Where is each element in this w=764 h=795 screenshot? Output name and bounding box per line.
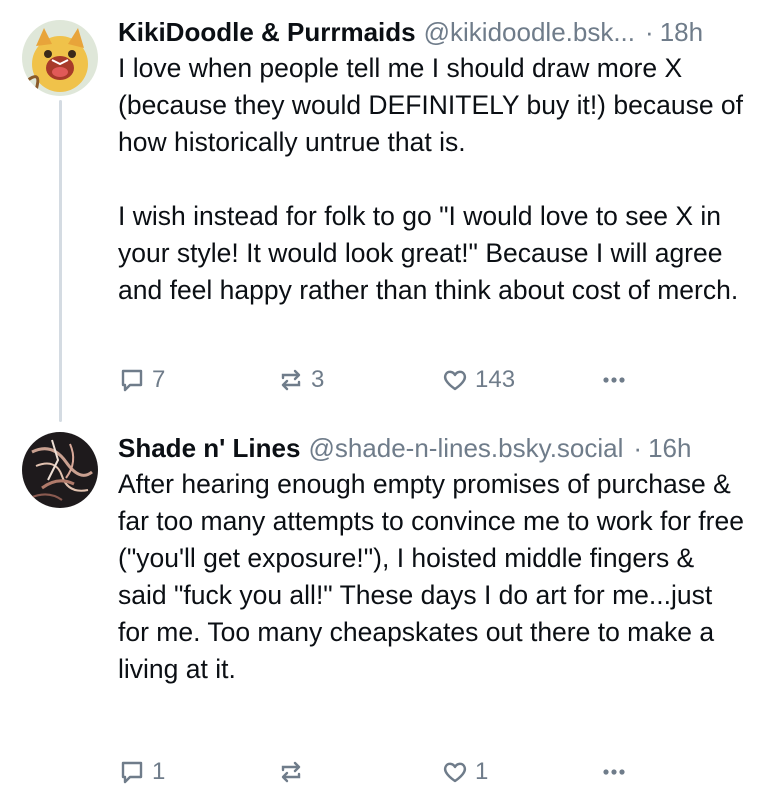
post-text: I love when people tell me I should draw… — [118, 53, 744, 305]
author-handle[interactable]: @kikidoodle.bsk... — [424, 14, 635, 50]
heart-icon — [443, 762, 467, 783]
repost-button[interactable] — [277, 758, 311, 786]
post-timestamp[interactable]: 16h — [648, 430, 691, 466]
post[interactable]: Shade n' Lines @shade-n-lines.bsky.socia… — [0, 418, 764, 795]
thread-line — [59, 100, 62, 422]
reply-icon — [121, 369, 143, 392]
more-dots-icon — [603, 769, 625, 775]
more-dots-icon — [603, 377, 625, 383]
like-count: 1 — [475, 758, 489, 785]
avatar[interactable] — [22, 432, 98, 508]
author-handle[interactable]: @shade-n-lines.bsky.social — [308, 430, 623, 466]
reply-button[interactable]: 7 — [118, 366, 165, 394]
heart-icon — [443, 370, 467, 391]
post-text: After hearing enough empty promises of p… — [118, 469, 752, 684]
post-timestamp[interactable]: 18h — [660, 14, 703, 50]
post-actions: 1 1 — [118, 758, 748, 790]
post-actions: 7 3 143 — [118, 366, 748, 398]
separator-dot: · — [645, 17, 654, 47]
like-button[interactable]: 1 — [441, 758, 488, 786]
post-header: Shade n' Lines @shade-n-lines.bsky.socia… — [118, 430, 748, 466]
like-count: 143 — [475, 366, 516, 393]
repost-button[interactable]: 3 — [277, 366, 324, 394]
more-options-button[interactable] — [600, 366, 628, 394]
repost-icon — [281, 761, 301, 783]
art-avatar-icon — [22, 432, 98, 508]
more-options-button[interactable] — [600, 758, 628, 786]
like-button[interactable]: 143 — [441, 366, 515, 394]
reply-count: 7 — [152, 366, 166, 393]
reply-button[interactable]: 1 — [118, 758, 165, 786]
reply-count: 1 — [152, 758, 166, 785]
cat-avatar-icon — [22, 20, 98, 96]
post-header: KikiDoodle & Purrmaids @kikidoodle.bsk..… — [118, 14, 748, 50]
repost-icon — [281, 369, 301, 391]
author-name[interactable]: Shade n' Lines — [118, 430, 300, 466]
author-name[interactable]: KikiDoodle & Purrmaids — [118, 14, 416, 50]
avatar[interactable] — [22, 20, 98, 96]
separator-dot: · — [633, 433, 643, 463]
post-content: KikiDoodle & Purrmaids @kikidoodle.bsk..… — [118, 14, 748, 393]
post[interactable]: KikiDoodle & Purrmaids @kikidoodle.bsk..… — [0, 0, 764, 422]
repost-count: 3 — [311, 366, 325, 393]
reply-icon — [121, 761, 143, 784]
post-content: Shade n' Lines @shade-n-lines.bsky.socia… — [118, 430, 752, 785]
